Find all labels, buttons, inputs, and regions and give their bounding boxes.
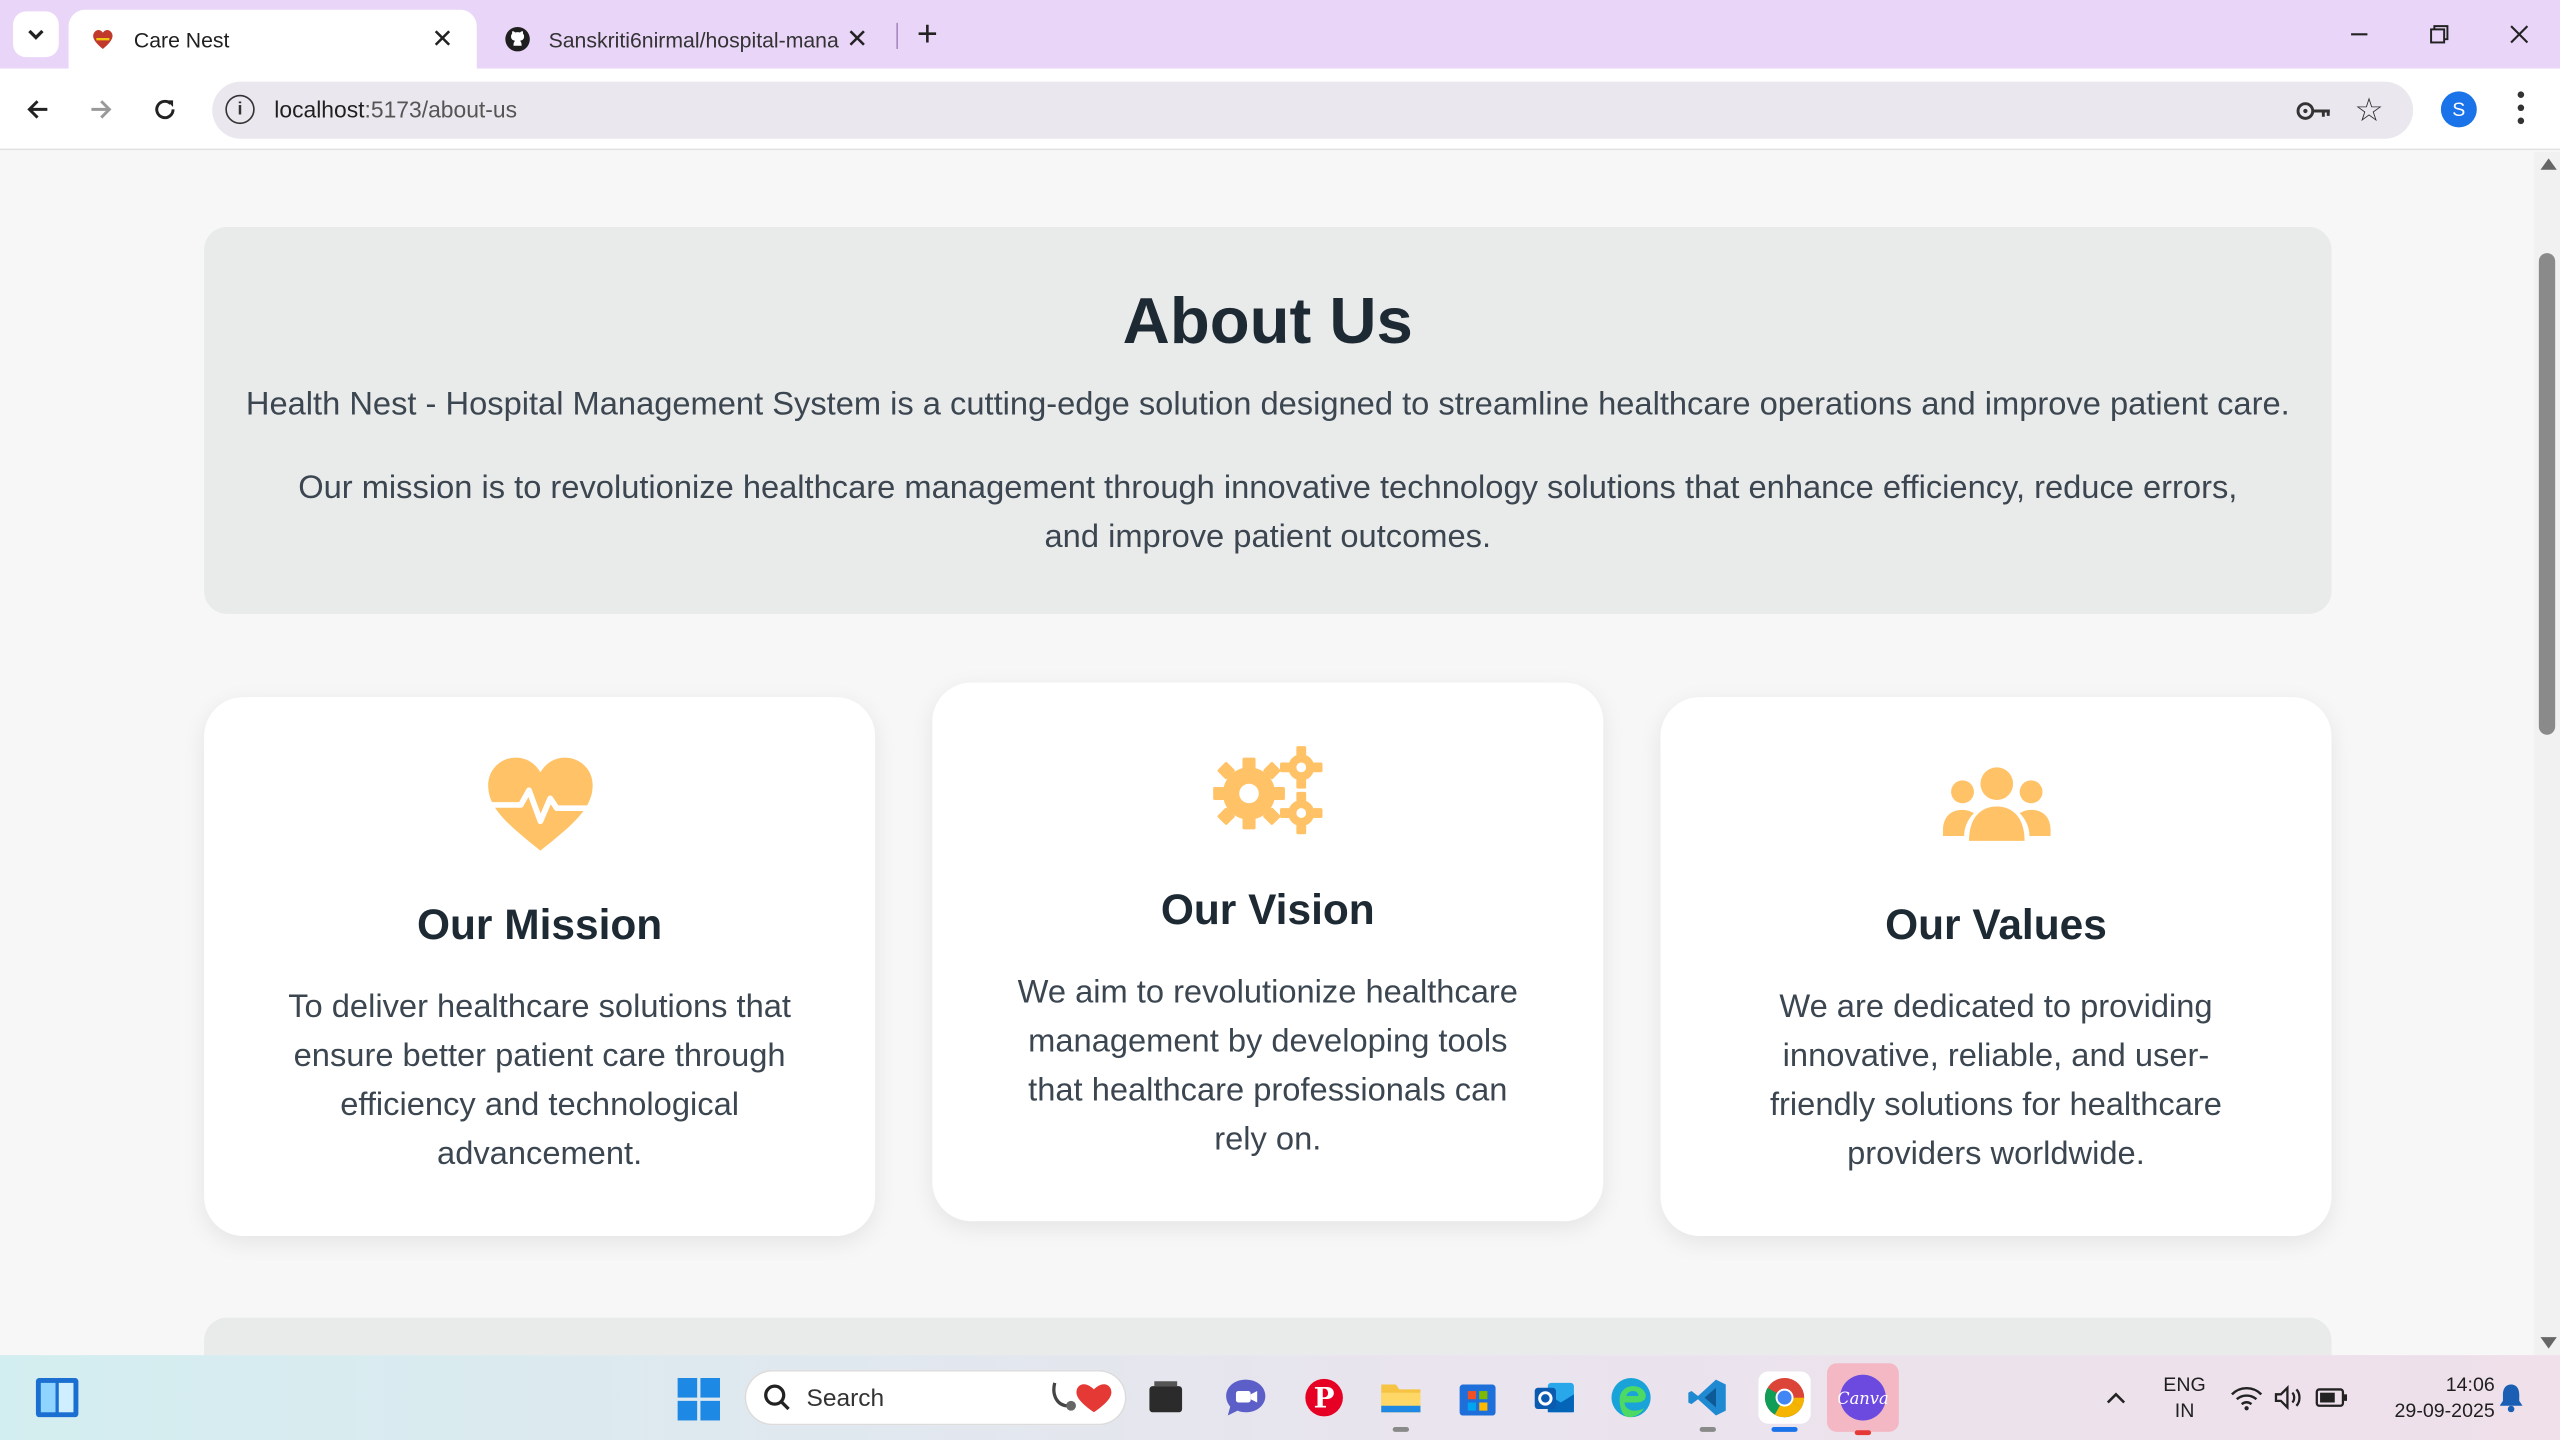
tab-title: Care Nest [133,26,230,52]
search-highlight-icon [1052,1382,1112,1413]
site-info-icon[interactable]: i [225,94,255,125]
restore-icon[interactable] [2415,13,2464,55]
windows-start-icon[interactable] [677,1377,721,1421]
tab-care-nest[interactable]: Care Nest ✕ [68,9,477,69]
clock-date: 29-09-2025 [2394,1399,2495,1423]
card-title: Our Vision [1160,884,1375,934]
search-icon [764,1384,790,1411]
card-title: Our Mission [416,899,663,949]
svg-text:P: P [1314,1381,1335,1414]
scroll-down-arrow-icon[interactable] [2540,1337,2557,1349]
widgets-icon[interactable] [34,1376,80,1418]
page-viewport: About Us Health Nest - Hospital Manageme… [0,151,2534,1356]
file-explorer-icon[interactable] [1375,1371,1427,1432]
scroll-up-arrow-icon[interactable] [2540,158,2557,170]
task-view-icon[interactable] [1140,1371,1192,1423]
language-label: ENG [2163,1373,2206,1396]
windows-taskbar: Search P Canva ENG IN 14:06 29-09-2025 [0,1355,2560,1440]
region-label: IN [2174,1399,2195,1423]
wifi-icon [2231,1386,2263,1411]
values-card: Our Values We are dedicated to providing… [1660,697,2332,1236]
profile-avatar[interactable]: S [2440,91,2477,128]
minimize-icon[interactable] [2335,13,2384,55]
about-mission-statement: Our mission is to revolutionize healthca… [298,470,2238,556]
tab-separator [896,22,898,49]
clock[interactable]: 14:06 29-09-2025 [2364,1371,2495,1423]
vscode-icon[interactable] [1682,1371,1734,1432]
chevron-down-icon [28,29,44,40]
users-icon [1660,766,2331,844]
address-bar[interactable]: i localhost:5173/about-us ☆ [212,81,2414,139]
system-tray-status[interactable] [2224,1371,2355,1423]
card-text: We aim to revolutionize healthcare manag… [1017,974,1518,1158]
tab-search-button[interactable] [13,11,59,58]
next-section [204,1317,2332,1356]
browser-tab-strip: Care Nest ✕ Sanskriti6nirmal/hospital-ma… [0,0,2560,69]
page-scrollbar[interactable] [2533,151,2560,1356]
about-section: About Us Health Nest - Hospital Manageme… [204,226,2332,614]
heartbeat-icon [204,756,875,854]
input-language-indicator[interactable]: ENG IN [2155,1371,2214,1423]
outlook-icon[interactable] [1528,1371,1580,1423]
canva-icon[interactable]: Canva [1826,1363,1899,1436]
close-window-icon[interactable] [2495,13,2544,55]
card-text: We are dedicated to providing innovative… [1769,989,2222,1173]
close-tab-icon[interactable]: ✕ [842,24,871,54]
tab-github[interactable]: Sanskriti6nirmal/hospital-mana ✕ [483,10,891,69]
taskbar-search-label: Search [806,1384,885,1413]
back-arrow-icon[interactable] [15,87,61,133]
new-tab-plus-icon[interactable]: + [908,13,947,54]
url-host: localhost [274,96,365,123]
gears-icon [932,745,1603,836]
github-icon [503,24,532,53]
url-path: :5173/about-us [364,96,518,123]
forward-arrow-icon[interactable] [78,87,124,133]
chrome-icon[interactable] [1758,1371,1811,1432]
vision-card: Our Vision We aim to revolutionize healt… [932,682,1604,1222]
show-hidden-icons-chevron-up-icon[interactable] [2093,1371,2139,1423]
screen: Care Nest ✕ Sanskriti6nirmal/hospital-ma… [0,0,2560,1440]
clock-time: 14:06 [2445,1373,2495,1396]
close-tab-icon[interactable]: ✕ [428,24,457,54]
care-nest-logo-icon [88,24,117,53]
scroll-thumb[interactable] [2538,253,2556,735]
password-key-icon[interactable] [2296,96,2335,125]
reload-icon[interactable] [142,87,188,133]
volume-icon [2274,1385,2301,1411]
battery-icon [2315,1388,2348,1407]
microsoft-store-icon[interactable] [1451,1371,1503,1423]
url-text: localhost:5173/about-us [274,96,517,122]
taskbar-search-box[interactable]: Search [744,1369,1127,1426]
card-text: To deliver healthcare solutions that ens… [288,989,792,1173]
edge-browser-icon[interactable] [1605,1371,1657,1423]
about-intro: Health Nest - Hospital Management System… [245,386,2290,423]
mission-card: Our Mission To deliver healthcare soluti… [204,697,876,1236]
tab-title: Sanskriti6nirmal/hospital-mana [548,26,839,52]
about-title: About Us [1122,285,1413,358]
svg-text:Canva: Canva [1838,1389,1887,1408]
browser-menu-icon[interactable] [2508,88,2534,127]
pinterest-icon[interactable]: P [1298,1371,1350,1423]
teams-chat-icon[interactable] [1220,1371,1272,1423]
browser-toolbar: i localhost:5173/about-us ☆ S [0,68,2560,151]
card-title: Our Values [1885,899,2107,949]
bookmark-star-icon[interactable]: ☆ [2354,90,2383,131]
notification-bell-icon[interactable] [2492,1371,2531,1423]
